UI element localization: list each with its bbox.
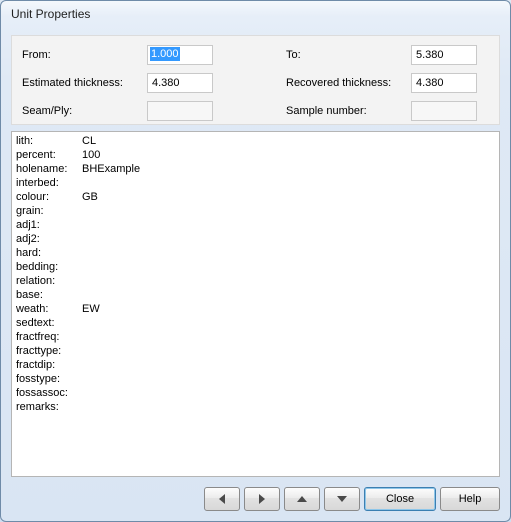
detail-value: [82, 204, 495, 218]
detail-key: lith:: [16, 134, 82, 148]
down-button[interactable]: [324, 487, 360, 511]
detail-row: remarks:: [16, 400, 495, 414]
sample-number-label: Sample number:: [286, 105, 411, 117]
detail-key: adj1:: [16, 218, 82, 232]
detail-row: colour:GB: [16, 190, 495, 204]
detail-row: adj1:: [16, 218, 495, 232]
detail-row: hard:: [16, 246, 495, 260]
detail-row: fracttype:: [16, 344, 495, 358]
up-button[interactable]: [284, 487, 320, 511]
detail-row: lith:CL: [16, 134, 495, 148]
detail-value: [82, 218, 495, 232]
window-frame: Unit Properties From: 1.000 To: Estimate…: [0, 0, 511, 522]
detail-row: percent:100: [16, 148, 495, 162]
detail-key: adj2:: [16, 232, 82, 246]
est-thickness-label: Estimated thickness:: [22, 77, 147, 89]
detail-value: [82, 372, 495, 386]
detail-key: fractdip:: [16, 358, 82, 372]
detail-row: fractdip:: [16, 358, 495, 372]
detail-key: sedtext:: [16, 316, 82, 330]
detail-value: [82, 274, 495, 288]
detail-key: hard:: [16, 246, 82, 260]
to-input[interactable]: [411, 45, 477, 65]
rec-thickness-input[interactable]: [411, 73, 477, 93]
detail-key: remarks:: [16, 400, 82, 414]
detail-key: relation:: [16, 274, 82, 288]
detail-value: [82, 400, 495, 414]
detail-key: fossassoc:: [16, 386, 82, 400]
detail-key: fosstype:: [16, 372, 82, 386]
detail-row: adj2:: [16, 232, 495, 246]
detail-value: [82, 316, 495, 330]
details-panel: lith:CLpercent:100holename:BHExampleinte…: [11, 131, 500, 477]
button-bar: Close Help: [11, 485, 500, 513]
detail-key: bedding:: [16, 260, 82, 274]
arrow-left-icon: [219, 494, 225, 504]
detail-value: [82, 176, 495, 190]
detail-value: [82, 330, 495, 344]
detail-row: weath:EW: [16, 302, 495, 316]
to-label: To:: [286, 49, 411, 61]
detail-row: grain:: [16, 204, 495, 218]
arrow-right-icon: [259, 494, 265, 504]
detail-row: fossassoc:: [16, 386, 495, 400]
detail-row: holename:BHExample: [16, 162, 495, 176]
detail-value: 100: [82, 148, 495, 162]
detail-value: [82, 386, 495, 400]
prev-button[interactable]: [204, 487, 240, 511]
detail-key: colour:: [16, 190, 82, 204]
next-button[interactable]: [244, 487, 280, 511]
from-label: From:: [22, 49, 147, 61]
detail-value: [82, 246, 495, 260]
arrow-up-icon: [297, 496, 307, 502]
seam-ply-label: Seam/Ply:: [22, 105, 147, 117]
detail-key: percent:: [16, 148, 82, 162]
detail-row: sedtext:: [16, 316, 495, 330]
detail-value: [82, 344, 495, 358]
form-panel: From: 1.000 To: Estimated thickness: Rec…: [11, 35, 500, 125]
detail-row: relation:: [16, 274, 495, 288]
detail-key: base:: [16, 288, 82, 302]
seam-ply-input[interactable]: [147, 101, 213, 121]
detail-key: grain:: [16, 204, 82, 218]
detail-key: weath:: [16, 302, 82, 316]
detail-value: [82, 260, 495, 274]
help-button[interactable]: Help: [440, 487, 500, 511]
detail-value: EW: [82, 302, 495, 316]
arrow-down-icon: [337, 496, 347, 502]
detail-row: interbed:: [16, 176, 495, 190]
detail-value: [82, 288, 495, 302]
sample-number-input[interactable]: [411, 101, 477, 121]
detail-value: GB: [82, 190, 495, 204]
est-thickness-input[interactable]: [147, 73, 213, 93]
detail-row: fractfreq:: [16, 330, 495, 344]
detail-row: base:: [16, 288, 495, 302]
from-input[interactable]: [147, 45, 213, 65]
detail-value: CL: [82, 134, 495, 148]
detail-value: [82, 358, 495, 372]
detail-row: fosstype:: [16, 372, 495, 386]
close-button[interactable]: Close: [364, 487, 436, 511]
detail-value: [82, 232, 495, 246]
detail-key: interbed:: [16, 176, 82, 190]
detail-key: holename:: [16, 162, 82, 176]
detail-key: fractfreq:: [16, 330, 82, 344]
detail-row: bedding:: [16, 260, 495, 274]
detail-key: fracttype:: [16, 344, 82, 358]
rec-thickness-label: Recovered thickness:: [286, 77, 411, 89]
window-title: Unit Properties: [1, 1, 510, 27]
detail-value: BHExample: [82, 162, 495, 176]
